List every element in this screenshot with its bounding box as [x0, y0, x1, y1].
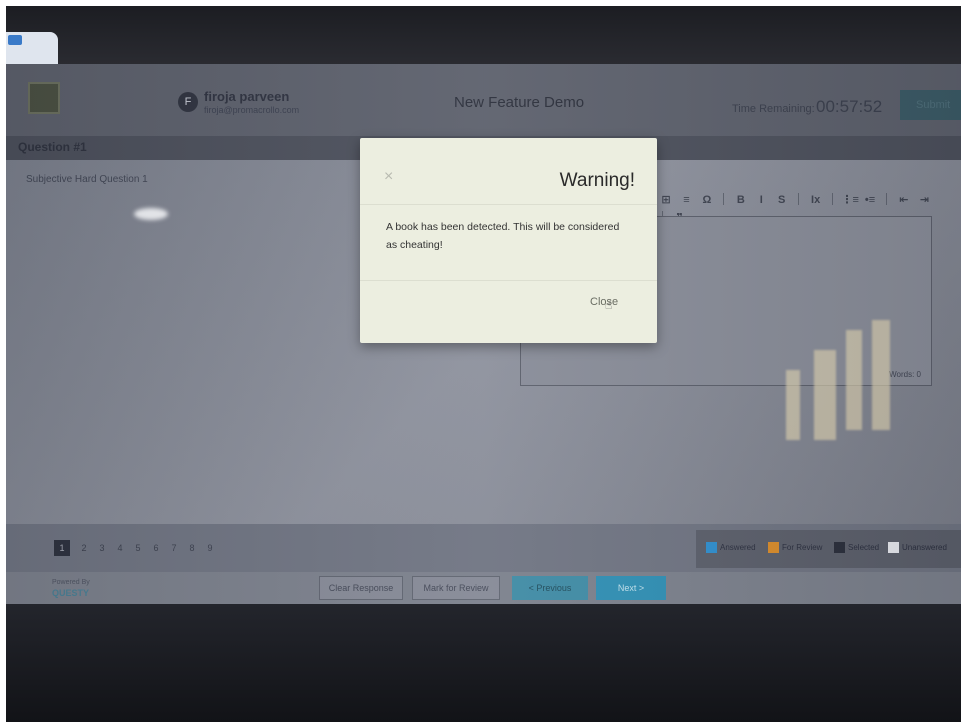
- page-7[interactable]: 7: [166, 540, 182, 556]
- outdent-icon[interactable]: ⇤: [896, 193, 912, 206]
- page-2[interactable]: 2: [76, 540, 92, 556]
- page-5[interactable]: 5: [130, 540, 146, 556]
- page-8[interactable]: 8: [184, 540, 200, 556]
- table-icon[interactable]: ⊞: [658, 193, 674, 206]
- italic-icon[interactable]: I: [753, 194, 769, 206]
- photo-frame: F firoja parveen firoja@promacrollo.com …: [6, 6, 961, 722]
- legend-unanswered: Unanswered: [902, 543, 947, 552]
- answered-swatch: [706, 542, 717, 553]
- legend-selected: Selected: [848, 543, 880, 552]
- submit-button[interactable]: Submit: [900, 90, 961, 120]
- modal-title: Warning!: [559, 170, 635, 191]
- mark-for-review-button[interactable]: Mark for Review: [412, 576, 500, 600]
- toolbar-divider: [832, 192, 834, 205]
- numbered-list-icon[interactable]: ⋮≡: [842, 193, 859, 206]
- editor-toolbar: ⊞ ≡ Ω B I S Ix ⋮≡ •≡ ⇤ ⇥ ❞: [658, 190, 933, 224]
- next-button[interactable]: Next >: [596, 576, 666, 600]
- page-1[interactable]: 1: [54, 540, 70, 556]
- brand-logo: QUESTY: [52, 588, 90, 598]
- horizontal-line-icon[interactable]: ≡: [678, 194, 694, 206]
- toolbar-divider: [886, 192, 888, 205]
- previous-button[interactable]: < Previous: [512, 576, 588, 600]
- page-4[interactable]: 4: [112, 540, 128, 556]
- time-remaining-value: 00:57:52: [816, 97, 883, 116]
- indent-icon[interactable]: ⇥: [916, 193, 932, 206]
- legend-answered: Answered: [720, 543, 756, 552]
- unanswered-swatch: [888, 542, 899, 553]
- logo: [28, 82, 60, 114]
- bulleted-list-icon[interactable]: •≡: [862, 194, 878, 206]
- window-reflection: [786, 310, 906, 470]
- review-swatch: [768, 542, 779, 553]
- page-9[interactable]: 9: [202, 540, 218, 556]
- remove-format-icon[interactable]: Ix: [808, 194, 824, 206]
- modal-divider: [360, 204, 657, 205]
- close-icon[interactable]: ×: [384, 168, 393, 186]
- screen-glare: [134, 208, 168, 220]
- app-screen: F firoja parveen firoja@promacrollo.com …: [6, 64, 961, 604]
- special-char-icon[interactable]: Ω: [699, 194, 715, 206]
- legend-for-review: For Review: [782, 543, 823, 552]
- modal-divider: [360, 280, 657, 281]
- user-email: firoja@promacrollo.com: [204, 105, 300, 115]
- browser-tab[interactable]: [6, 32, 58, 64]
- footer: Powered By QUESTY Clear Response Mark fo…: [6, 572, 961, 604]
- question-text: Subjective Hard Question 1: [26, 174, 148, 185]
- monitor-bezel-bottom: [6, 604, 961, 722]
- status-legend: Answered For Review Selected Unanswered: [696, 530, 961, 568]
- page-3[interactable]: 3: [94, 540, 110, 556]
- monitor-bezel-top: [6, 6, 961, 64]
- avatar: F: [178, 92, 198, 112]
- hand-cursor-icon: ☝: [605, 298, 613, 312]
- time-remaining-label: Time Remaining:: [732, 103, 815, 115]
- tab-favicon-icon: [8, 35, 22, 45]
- test-title: New Feature Demo: [454, 94, 585, 111]
- user-name: firoja parveen: [204, 89, 290, 104]
- powered-by-label: Powered By: [52, 579, 90, 586]
- selected-swatch: [834, 542, 845, 553]
- app-header: F firoja parveen firoja@promacrollo.com …: [6, 64, 961, 136]
- clear-response-button[interactable]: Clear Response: [319, 576, 403, 600]
- toolbar-divider: [798, 192, 800, 205]
- strikethrough-icon[interactable]: S: [774, 194, 790, 206]
- toolbar-divider: [723, 192, 725, 205]
- question-number: Question #1: [18, 140, 87, 154]
- page-6[interactable]: 6: [148, 540, 164, 556]
- warning-modal: × Warning! A book has been detected. Thi…: [360, 138, 657, 343]
- modal-message: A book has been detected. This will be c…: [386, 221, 620, 251]
- bold-icon[interactable]: B: [733, 194, 749, 206]
